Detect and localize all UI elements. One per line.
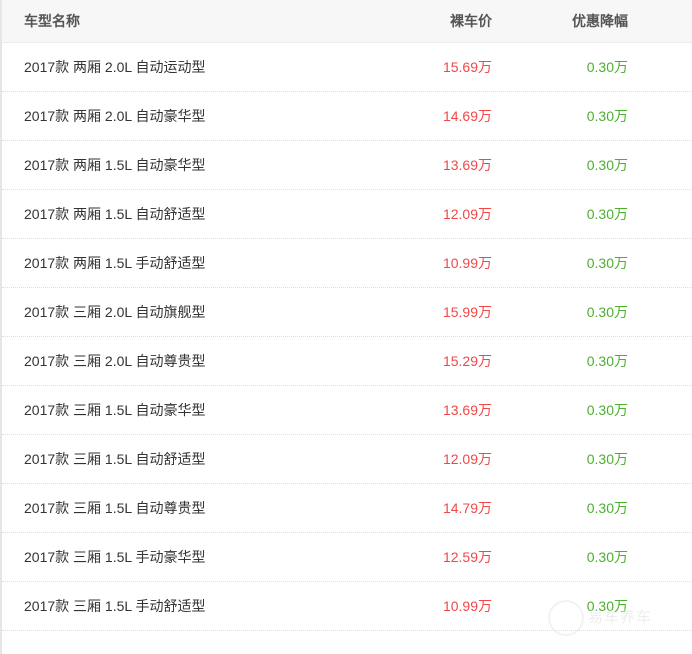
model-name[interactable]: 2017款 三厢 1.5L 自动尊贵型 <box>24 484 206 532</box>
discount-value: 0.30万 <box>586 157 628 173</box>
discount-value: 0.30万 <box>586 549 628 565</box>
table-row[interactable]: 2017款 两厢 1.5L 手动舒适型 10.99万 0.30万 <box>2 239 692 288</box>
price-value: 13.69万 <box>442 157 492 173</box>
price-value: 13.69万 <box>442 402 492 418</box>
price-value: 15.69万 <box>442 59 492 75</box>
model-name[interactable]: 2017款 三厢 1.5L 手动舒适型 <box>24 582 206 630</box>
table-row[interactable]: 2017款 两厢 1.5L 自动豪华型 13.69万 0.30万 <box>2 141 692 190</box>
watermark-text: 易车养车 <box>588 609 653 626</box>
model-name[interactable]: 2017款 两厢 2.0L 自动运动型 <box>24 43 206 91</box>
discount-value: 0.30万 <box>586 353 628 369</box>
model-name[interactable]: 2017款 两厢 1.5L 自动豪华型 <box>24 141 206 189</box>
table-row[interactable]: 2017款 三厢 2.0L 自动尊贵型 15.29万 0.30万 <box>2 337 692 386</box>
discount-value: 0.30万 <box>586 402 628 418</box>
price-value: 14.79万 <box>442 500 492 516</box>
model-name[interactable]: 2017款 三厢 1.5L 自动豪华型 <box>24 386 206 434</box>
logo-circle-icon <box>548 600 584 636</box>
discount-value: 0.30万 <box>586 206 628 222</box>
table-row[interactable]: 2017款 三厢 1.5L 自动舒适型 12.09万 0.30万 <box>2 435 692 484</box>
header-price: 裸车价 <box>450 13 492 29</box>
discount-value: 0.30万 <box>586 59 628 75</box>
model-name[interactable]: 2017款 三厢 2.0L 自动旗舰型 <box>24 288 206 336</box>
price-value: 10.99万 <box>442 598 492 614</box>
header-discount: 优惠降幅 <box>572 13 628 29</box>
discount-value: 0.30万 <box>586 500 628 516</box>
price-value: 12.09万 <box>442 451 492 467</box>
watermark: 易车养车 <box>548 598 688 638</box>
table-header: 车型名称 裸车价 优惠降幅 <box>2 0 692 43</box>
table-row[interactable]: 2017款 三厢 2.0L 自动旗舰型 15.99万 0.30万 <box>2 288 692 337</box>
table-row[interactable]: 2017款 三厢 1.5L 手动豪华型 12.59万 0.30万 <box>2 533 692 582</box>
price-value: 15.99万 <box>442 304 492 320</box>
model-name[interactable]: 2017款 两厢 1.5L 手动舒适型 <box>24 239 206 287</box>
price-table-panel: 车型名称 裸车价 优惠降幅 2017款 两厢 2.0L 自动运动型 15.69万… <box>0 0 692 654</box>
discount-value: 0.30万 <box>586 304 628 320</box>
price-value: 12.09万 <box>442 206 492 222</box>
table-row[interactable]: 2017款 两厢 2.0L 自动运动型 15.69万 0.30万 <box>2 43 692 92</box>
model-name[interactable]: 2017款 三厢 1.5L 自动舒适型 <box>24 435 206 483</box>
header-model-name: 车型名称 <box>24 13 80 29</box>
model-name[interactable]: 2017款 三厢 1.5L 手动豪华型 <box>24 533 206 581</box>
model-name[interactable]: 2017款 两厢 2.0L 自动豪华型 <box>24 92 206 140</box>
model-name[interactable]: 2017款 两厢 1.5L 自动舒适型 <box>24 190 206 238</box>
price-value: 14.69万 <box>442 108 492 124</box>
model-name[interactable]: 2017款 三厢 2.0L 自动尊贵型 <box>24 337 206 385</box>
price-value: 10.99万 <box>442 255 492 271</box>
price-value: 12.59万 <box>442 549 492 565</box>
price-value: 15.29万 <box>442 353 492 369</box>
discount-value: 0.30万 <box>586 451 628 467</box>
discount-value: 0.30万 <box>586 255 628 271</box>
table-row[interactable]: 2017款 三厢 1.5L 自动尊贵型 14.79万 0.30万 <box>2 484 692 533</box>
discount-value: 0.30万 <box>586 108 628 124</box>
table-row[interactable]: 2017款 两厢 1.5L 自动舒适型 12.09万 0.30万 <box>2 190 692 239</box>
table-row[interactable]: 2017款 两厢 2.0L 自动豪华型 14.69万 0.30万 <box>2 92 692 141</box>
table-body: 2017款 两厢 2.0L 自动运动型 15.69万 0.30万 2017款 两… <box>2 43 692 631</box>
table-row[interactable]: 2017款 三厢 1.5L 自动豪华型 13.69万 0.30万 <box>2 386 692 435</box>
